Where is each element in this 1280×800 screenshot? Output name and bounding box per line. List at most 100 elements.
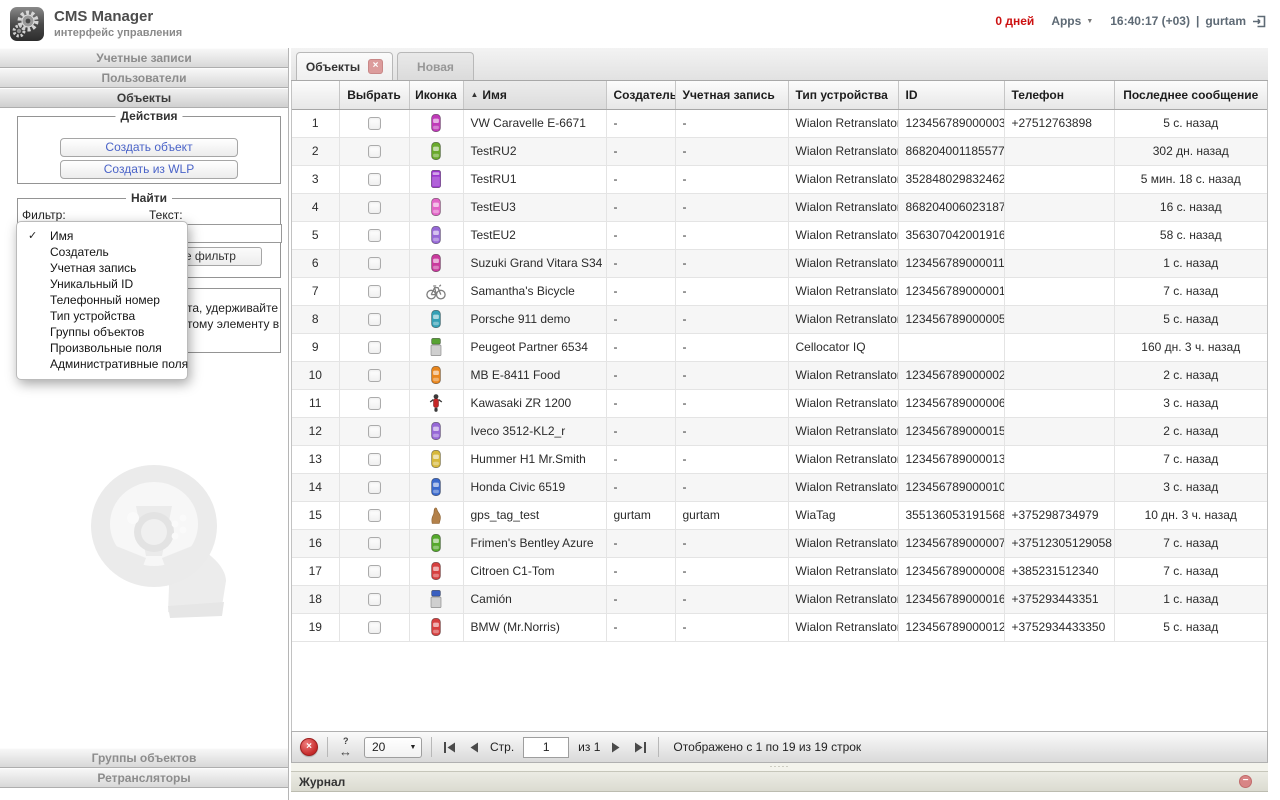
table-row[interactable]: 1VW Caravelle E-6671--Wialon Retranslato…: [292, 109, 1267, 137]
column-header[interactable]: Выбрать: [339, 81, 409, 109]
table-row[interactable]: 4TestEU3--Wialon Retranslator86820400602…: [292, 193, 1267, 221]
row-checkbox[interactable]: [368, 257, 381, 270]
filter-option[interactable]: Телефонный номер: [17, 292, 187, 308]
table-row[interactable]: 19BMW (Mr.Norris)--Wialon Retranslator12…: [292, 613, 1267, 641]
column-header[interactable]: Последнее сообщение: [1114, 81, 1267, 109]
sidebar-section-header[interactable]: Группы объектов: [0, 748, 288, 768]
column-header[interactable]: Тип устройства: [788, 81, 898, 109]
fit-columns-button[interactable]: ? ↔: [337, 737, 355, 757]
row-checkbox[interactable]: [368, 201, 381, 214]
apps-menu[interactable]: Apps ▼: [1051, 14, 1093, 28]
table-row[interactable]: 8Porsche 911 demo--Wialon Retranslator12…: [292, 305, 1267, 333]
row-checkbox[interactable]: [368, 509, 381, 522]
filter-option[interactable]: ✓ Имя: [17, 228, 187, 244]
unit-id: 123456789000001: [898, 277, 1004, 305]
row-checkbox[interactable]: [368, 481, 381, 494]
first-page-button[interactable]: [441, 741, 458, 754]
tab-close-icon[interactable]: ×: [368, 59, 383, 74]
unit-phone: +3752934433350: [1004, 613, 1114, 641]
collapse-log-icon[interactable]: −: [1239, 775, 1252, 788]
panel-splitter[interactable]: ·····: [291, 763, 1268, 771]
row-checkbox[interactable]: [368, 285, 381, 298]
unit-last-message: 302 дн. назад: [1114, 137, 1267, 165]
row-checkbox[interactable]: [368, 621, 381, 634]
row-checkbox[interactable]: [368, 117, 381, 130]
filter-option-label: Создатель: [50, 245, 109, 259]
column-header[interactable]: Учетная запись: [675, 81, 788, 109]
column-header[interactable]: Иконка: [409, 81, 463, 109]
create-unit-button[interactable]: Создать объект: [60, 138, 238, 157]
table-row[interactable]: 2TestRU2--Wialon Retranslator86820400118…: [292, 137, 1267, 165]
table-row[interactable]: 3TestRU1--Wialon Retranslator35284802983…: [292, 165, 1267, 193]
column-header[interactable]: ID: [898, 81, 1004, 109]
sidebar-section-header[interactable]: Ретрансляторы: [0, 768, 288, 788]
toolbar-divider: [431, 737, 432, 757]
table-row[interactable]: 12Iveco 3512-KL2_r--Wialon Retranslator1…: [292, 417, 1267, 445]
filter-option[interactable]: Учетная запись: [17, 260, 187, 276]
tab-Новая[interactable]: Новая: [397, 52, 474, 80]
column-header[interactable]: Телефон: [1004, 81, 1114, 109]
table-row[interactable]: 18Camión--Wialon Retranslator12345678900…: [292, 585, 1267, 613]
row-checkbox[interactable]: [368, 173, 381, 186]
unit-name: Kawasaki ZR 1200: [463, 389, 606, 417]
create-from-wlp-button[interactable]: Создать из WLP: [60, 160, 238, 179]
page-size-select[interactable]: 20 ▼: [364, 737, 422, 758]
column-header[interactable]: ▲Имя: [463, 81, 606, 109]
filter-option[interactable]: Тип устройства: [17, 308, 187, 324]
column-header-label: ID: [906, 88, 918, 102]
row-checkbox[interactable]: [368, 565, 381, 578]
row-checkbox[interactable]: [368, 397, 381, 410]
filter-option[interactable]: Произвольные поля: [17, 340, 187, 356]
last-page-button[interactable]: [632, 741, 649, 754]
filter-option[interactable]: Группы объектов: [17, 324, 187, 340]
sidebar-section-header[interactable]: Объекты: [0, 88, 288, 108]
row-checkbox[interactable]: [368, 341, 381, 354]
column-header-label: Учетная запись: [683, 88, 775, 102]
row-checkbox[interactable]: [368, 537, 381, 550]
row-number: 19: [292, 613, 339, 641]
filter-option[interactable]: Создатель: [17, 244, 187, 260]
table-row[interactable]: 11Kawasaki ZR 1200--Wialon Retranslator1…: [292, 389, 1267, 417]
truck-icon: [425, 591, 447, 605]
unit-account: -: [675, 613, 788, 641]
table-row[interactable]: 5TestEU2--Wialon Retranslator35630704200…: [292, 221, 1267, 249]
sort-asc-icon: ▲: [471, 90, 479, 99]
row-number: 14: [292, 473, 339, 501]
row-checkbox[interactable]: [368, 229, 381, 242]
unit-account: -: [675, 193, 788, 221]
table-row[interactable]: 13Hummer H1 Mr.Smith--Wialon Retranslato…: [292, 445, 1267, 473]
row-checkbox[interactable]: [368, 369, 381, 382]
table-row[interactable]: 17Citroen C1-Tom--Wialon Retranslator123…: [292, 557, 1267, 585]
prev-page-button[interactable]: [467, 741, 481, 754]
page-input[interactable]: [523, 737, 569, 758]
filter-option-label: Имя: [50, 229, 73, 243]
table-row[interactable]: 9Peugeot Partner 6534--Cellocator IQ160 …: [292, 333, 1267, 361]
clear-selection-button[interactable]: ×: [300, 738, 318, 756]
row-checkbox[interactable]: [368, 145, 381, 158]
table-row[interactable]: 14Honda Civic 6519--Wialon Retranslator1…: [292, 473, 1267, 501]
unit-creator: -: [606, 445, 675, 473]
sidebar-section-header[interactable]: Пользователи: [0, 68, 288, 88]
filter-option[interactable]: Уникальный ID: [17, 276, 187, 292]
row-icon-cell: [409, 501, 463, 529]
row-checkbox[interactable]: [368, 593, 381, 606]
row-checkbox[interactable]: [368, 313, 381, 326]
van-icon: [425, 171, 447, 185]
table-row[interactable]: 15gps_tag_testgurtamgurtamWiaTag35513605…: [292, 501, 1267, 529]
unit-id: 123456789000015: [898, 417, 1004, 445]
next-page-button[interactable]: [609, 741, 623, 754]
row-checkbox[interactable]: [368, 453, 381, 466]
logout-icon[interactable]: [1252, 15, 1266, 28]
row-select-cell: [339, 417, 409, 445]
check-icon: ✓: [28, 228, 37, 244]
table-row[interactable]: 10MB E-8411 Food--Wialon Retranslator123…: [292, 361, 1267, 389]
table-row[interactable]: 16Frimen's Bentley Azure--Wialon Retrans…: [292, 529, 1267, 557]
table-row[interactable]: 7Samantha's Bicycle--Wialon Retranslator…: [292, 277, 1267, 305]
sidebar-section-header[interactable]: Учетные записи: [0, 48, 288, 68]
row-checkbox[interactable]: [368, 425, 381, 438]
actions-legend: Действия: [115, 109, 182, 123]
table-row[interactable]: 6Suzuki Grand Vitara S34--Wialon Retrans…: [292, 249, 1267, 277]
column-header[interactable]: Создатель: [606, 81, 675, 109]
tab-Объекты[interactable]: Объекты×: [296, 52, 393, 80]
filter-option[interactable]: Административные поля: [17, 356, 187, 372]
